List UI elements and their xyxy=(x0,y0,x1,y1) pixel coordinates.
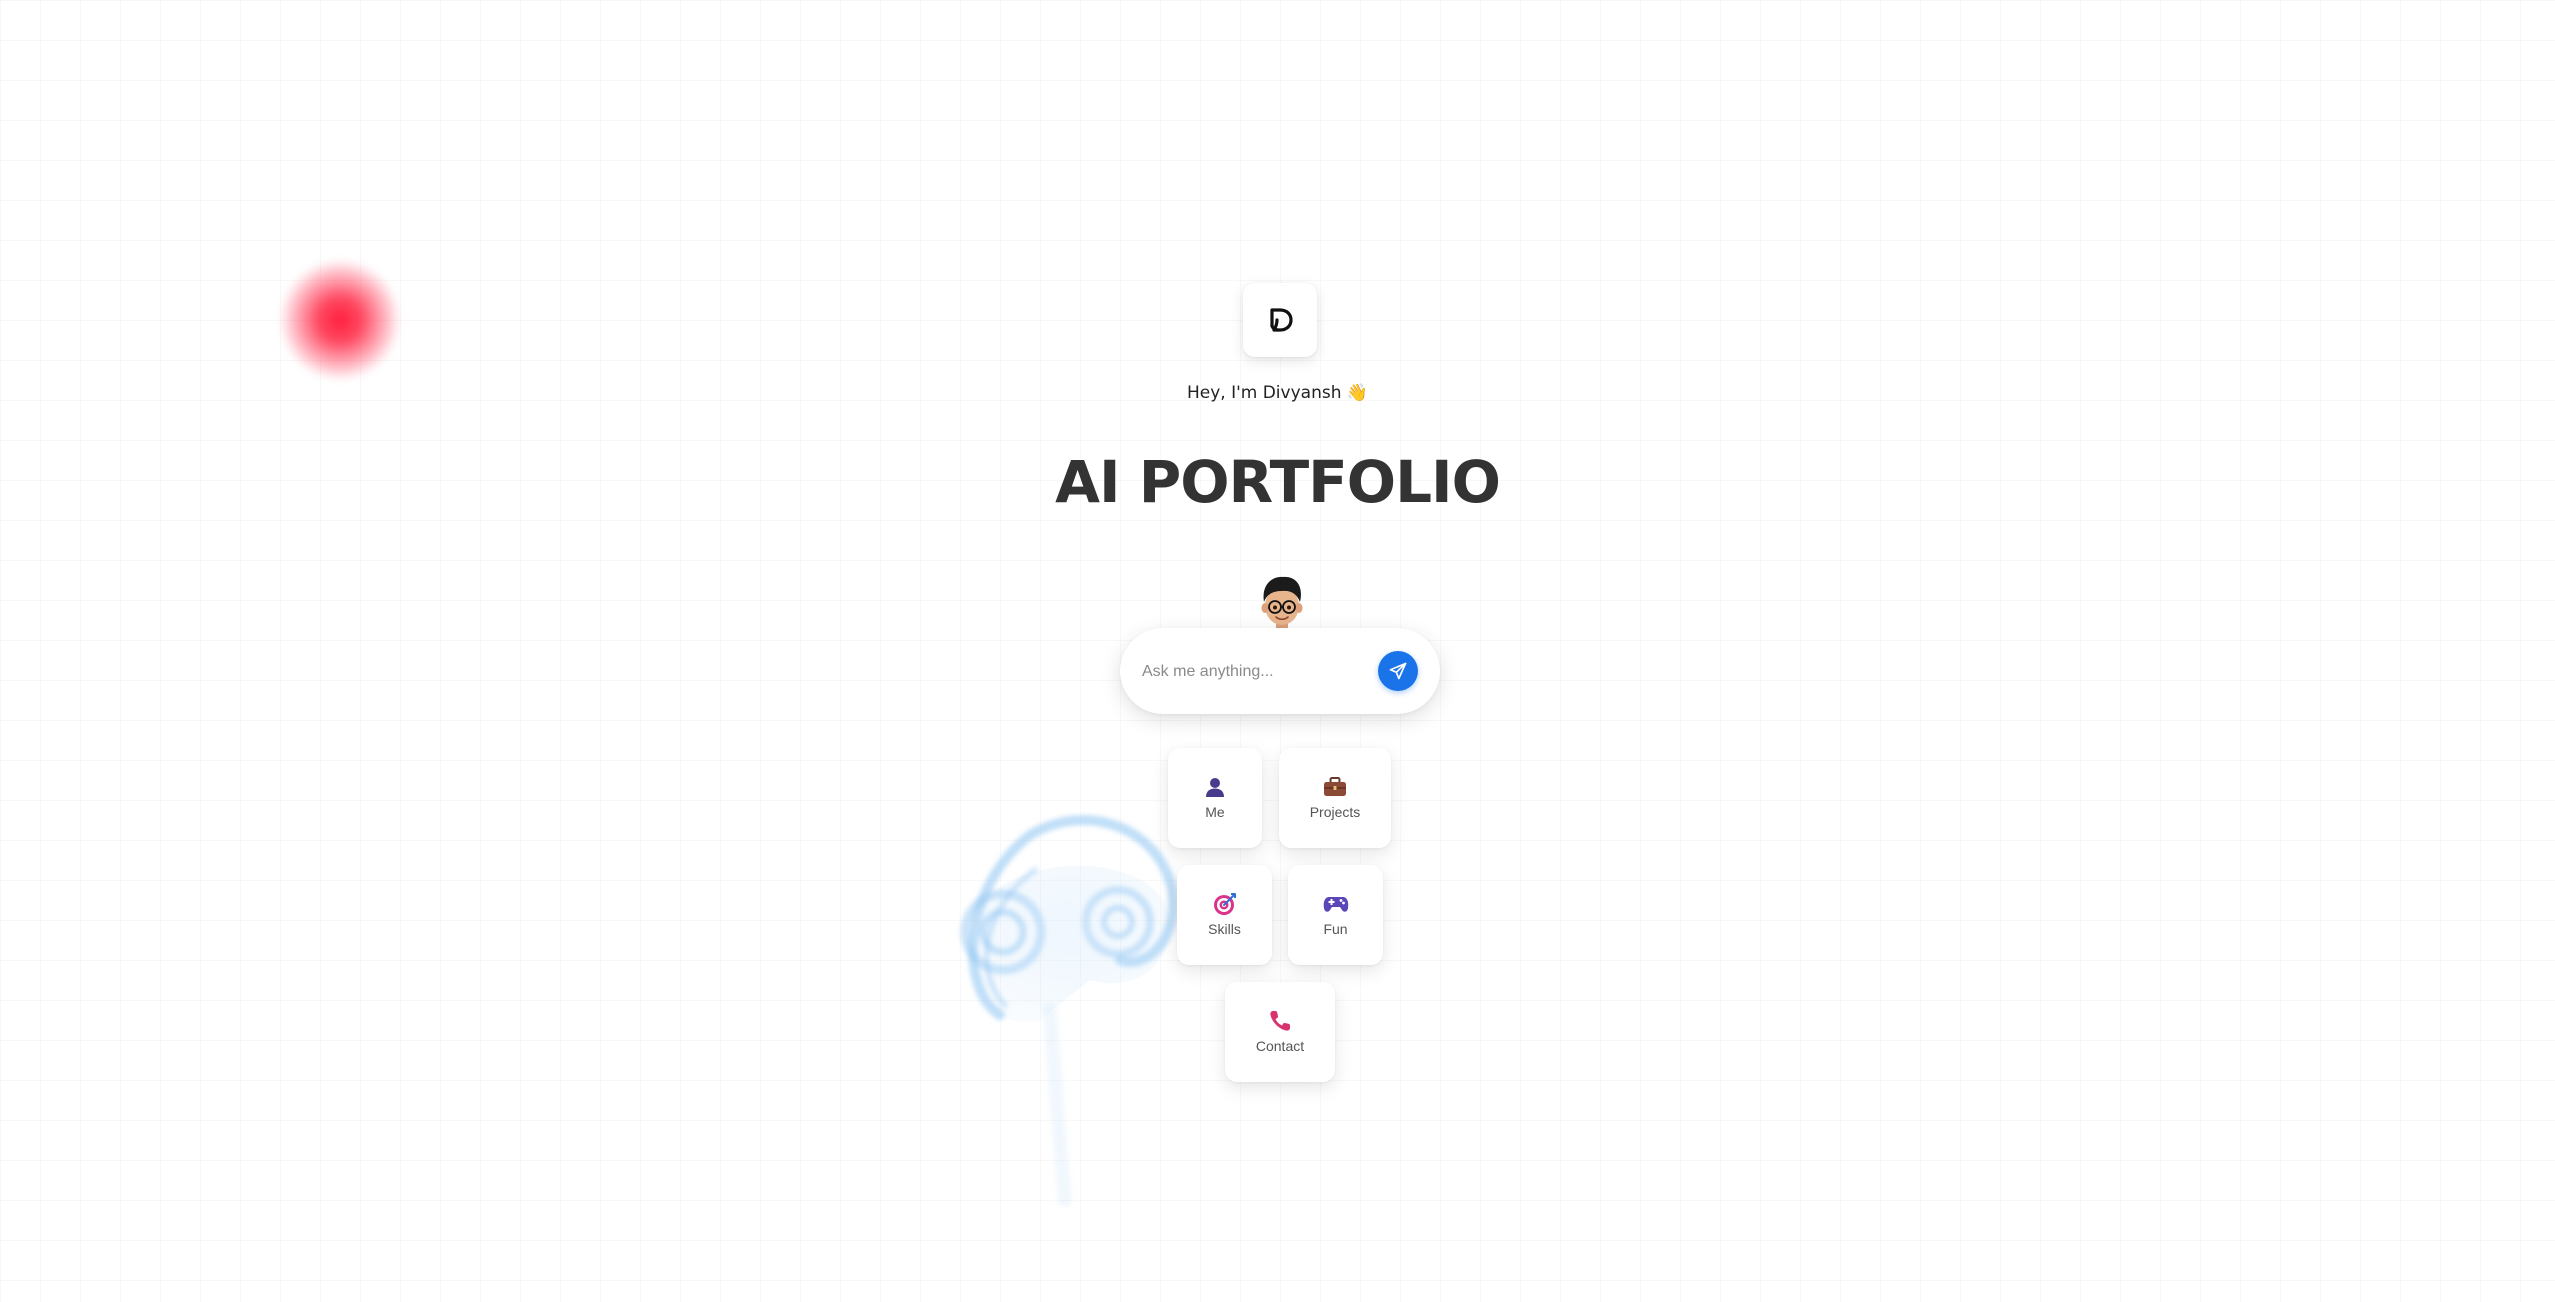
send-button[interactable] xyxy=(1378,651,1418,691)
quick-action-contact[interactable]: Contact xyxy=(1225,982,1335,1082)
target-icon xyxy=(1213,891,1237,917)
send-icon xyxy=(1389,662,1407,680)
quick-action-skills[interactable]: Skills xyxy=(1177,865,1272,965)
greeting-text: Hey, I'm Divyansh 👋 xyxy=(1186,383,1369,403)
quick-action-label: Me xyxy=(1205,804,1225,820)
quick-action-projects[interactable]: Projects xyxy=(1279,748,1391,848)
logo-d-icon xyxy=(1270,308,1293,332)
quick-action-label: Projects xyxy=(1309,804,1361,820)
quick-action-label: Fun xyxy=(1323,921,1348,937)
briefcase-icon xyxy=(1323,774,1347,800)
wind-swirl-decoration xyxy=(960,815,1179,1207)
quick-action-label: Skills xyxy=(1208,921,1241,937)
phone-icon xyxy=(1268,1008,1292,1034)
logo[interactable] xyxy=(1243,283,1317,357)
page-title: AI PORTFOLIO xyxy=(1055,448,1501,516)
quick-action-me[interactable]: Me xyxy=(1168,748,1262,848)
person-icon xyxy=(1204,774,1226,800)
ask-input[interactable] xyxy=(1140,653,1374,691)
chat-input-bar xyxy=(1120,628,1440,714)
quick-action-label: Contact xyxy=(1255,1038,1305,1054)
red-glow-decoration xyxy=(280,260,400,380)
quick-action-fun[interactable]: Fun xyxy=(1288,865,1383,965)
game-controller-icon xyxy=(1323,891,1349,917)
